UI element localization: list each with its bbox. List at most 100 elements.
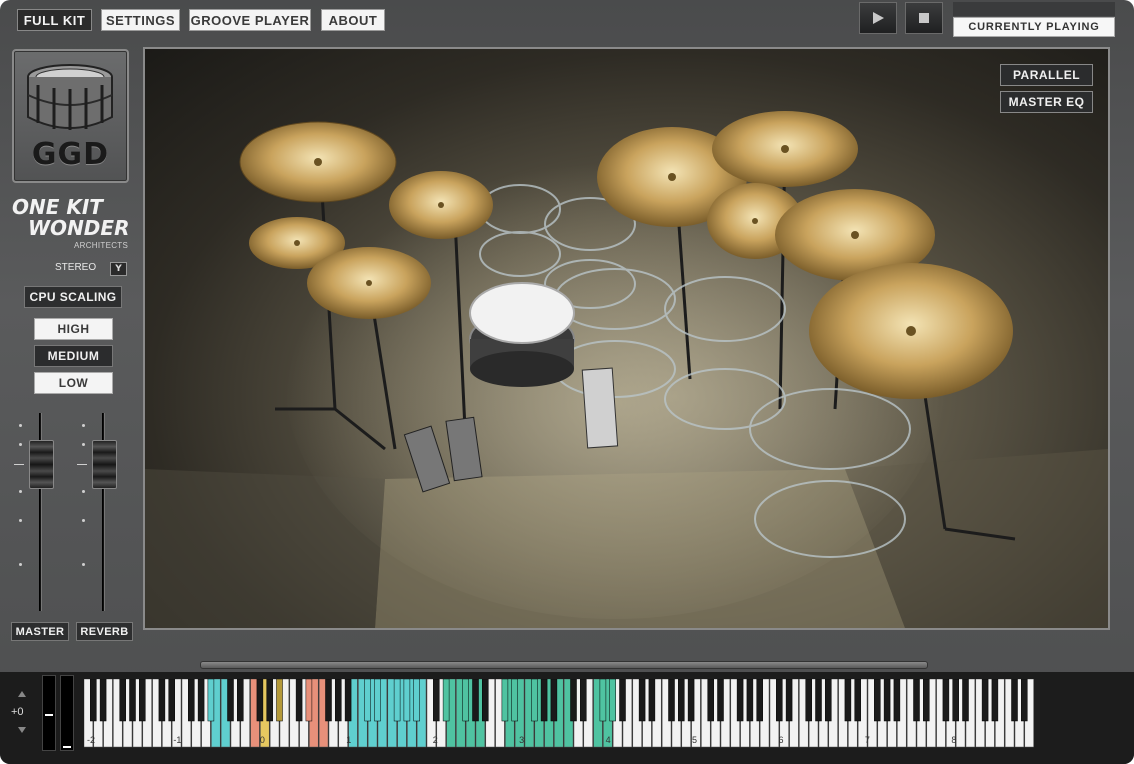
piano-black-key[interactable]	[776, 679, 783, 722]
ggd-logo: GGD	[12, 49, 129, 183]
piano-black-key[interactable]	[678, 679, 685, 722]
stereo-dropdown-button[interactable]: Y	[110, 262, 127, 276]
keyboard-scrollbar[interactable]	[200, 661, 928, 669]
piano-black-key[interactable]	[482, 679, 489, 722]
piano-black-key[interactable]	[188, 679, 195, 722]
piano-black-key[interactable]	[785, 679, 793, 722]
play-button[interactable]	[859, 2, 897, 34]
piano-black-key[interactable]	[531, 679, 538, 722]
cpu-high-button[interactable]: HIGH	[34, 318, 113, 340]
cpu-medium-button[interactable]: MEDIUM	[34, 345, 113, 367]
piano-black-key[interactable]	[99, 679, 107, 722]
piano-keyboard[interactable]: -2 -1 0 1 2 3 4 5 6 7 8	[84, 679, 1036, 749]
piano-black-key[interactable]	[805, 679, 812, 722]
piano-black-key[interactable]	[570, 679, 577, 722]
piano-black-key[interactable]	[599, 679, 607, 722]
master-fader-knob[interactable]	[29, 440, 54, 489]
cpu-low-button[interactable]: LOW	[34, 372, 113, 394]
drum-kit-view[interactable]	[143, 47, 1110, 630]
piano-black-key[interactable]	[717, 679, 724, 722]
piano-black-key[interactable]	[942, 679, 950, 722]
piano-black-key[interactable]	[550, 679, 558, 722]
piano-black-key[interactable]	[472, 679, 479, 722]
piano-black-key[interactable]	[1021, 679, 1028, 722]
piano-black-key[interactable]	[227, 679, 234, 722]
piano-black-key[interactable]	[364, 679, 371, 722]
parallel-button[interactable]: PARALLEL	[1000, 64, 1093, 86]
piano-black-key[interactable]	[580, 679, 587, 722]
piano-black-key[interactable]	[952, 679, 959, 722]
octave-down-icon[interactable]	[18, 727, 26, 733]
octave-up-icon[interactable]	[18, 691, 26, 697]
piano-black-key[interactable]	[129, 679, 136, 722]
piano-black-key[interactable]	[158, 679, 166, 722]
piano-black-key[interactable]	[844, 679, 852, 722]
piano-black-key[interactable]	[237, 679, 244, 722]
piano-black-key[interactable]	[325, 679, 332, 722]
tab-full-kit[interactable]: FULL KIT	[17, 9, 92, 31]
piano-black-key[interactable]	[638, 679, 646, 722]
piano-black-key[interactable]	[756, 679, 763, 722]
piano-black-key[interactable]	[442, 679, 450, 722]
master-eq-button[interactable]: MASTER EQ	[1000, 91, 1093, 113]
piano-black-key[interactable]	[991, 679, 999, 722]
piano-black-key[interactable]	[815, 679, 822, 722]
reverb-fader-knob[interactable]	[92, 440, 117, 489]
piano-black-key[interactable]	[736, 679, 744, 722]
piano-black-key[interactable]	[305, 679, 313, 722]
piano-black-key[interactable]	[609, 679, 616, 722]
piano-black-key[interactable]	[883, 679, 891, 722]
piano-black-key[interactable]	[295, 679, 303, 722]
stop-button[interactable]	[905, 2, 943, 34]
tab-about[interactable]: ABOUT	[321, 9, 385, 31]
piano-black-key[interactable]	[374, 679, 381, 722]
snare-drum-icon	[27, 64, 113, 130]
product-subtitle: ARCHITECTS	[74, 241, 129, 250]
piano-black-key[interactable]	[893, 679, 901, 722]
mod-wheel[interactable]	[60, 675, 74, 751]
piano-black-key[interactable]	[90, 679, 97, 722]
piano-black-key[interactable]	[874, 679, 881, 722]
piano-black-key[interactable]	[433, 679, 440, 722]
tab-groove-player[interactable]: GROOVE PLAYER	[189, 9, 311, 31]
piano-black-key[interactable]	[119, 679, 126, 722]
pitch-wheel[interactable]	[42, 675, 56, 751]
piano-black-key[interactable]	[668, 679, 675, 722]
piano-black-key[interactable]	[413, 679, 420, 722]
piano-black-key[interactable]	[393, 679, 401, 722]
piano-black-key[interactable]	[197, 679, 205, 722]
piano-black-key[interactable]	[923, 679, 930, 722]
drum-kit-illustration	[145, 111, 1108, 628]
reverb-label: REVERB	[76, 622, 133, 641]
now-playing-display: CURRENTLY PLAYING	[953, 17, 1115, 37]
piano-black-key[interactable]	[619, 679, 626, 722]
piano-black-key[interactable]	[981, 679, 989, 722]
piano-black-key[interactable]	[854, 679, 861, 722]
piano-black-key[interactable]	[687, 679, 695, 722]
octave-label: -2	[87, 735, 95, 745]
octave-label: 0	[260, 735, 265, 745]
piano-black-key[interactable]	[1011, 679, 1018, 722]
piano-black-key[interactable]	[276, 679, 283, 722]
tab-settings[interactable]: SETTINGS	[101, 9, 180, 31]
piano-black-key[interactable]	[540, 679, 548, 722]
piano-black-key[interactable]	[168, 679, 175, 722]
piano-black-key[interactable]	[207, 679, 215, 722]
piano-black-key[interactable]	[913, 679, 920, 722]
piano-black-key[interactable]	[403, 679, 411, 722]
piano-black-key[interactable]	[511, 679, 518, 722]
piano-black-key[interactable]	[962, 679, 969, 722]
cpu-scaling-label: CPU SCALING	[24, 286, 122, 308]
piano-black-key[interactable]	[746, 679, 754, 722]
piano-black-key[interactable]	[648, 679, 656, 722]
piano-black-key[interactable]	[462, 679, 469, 722]
piano-black-key[interactable]	[335, 679, 342, 722]
piano-black-key[interactable]	[707, 679, 714, 722]
piano-black-key[interactable]	[501, 679, 509, 722]
piano-black-key[interactable]	[139, 679, 146, 722]
octave-label: 1	[346, 735, 351, 745]
piano-black-key[interactable]	[344, 679, 352, 722]
piano-black-key[interactable]	[256, 679, 264, 722]
piano-black-key[interactable]	[266, 679, 273, 722]
piano-black-key[interactable]	[825, 679, 832, 722]
